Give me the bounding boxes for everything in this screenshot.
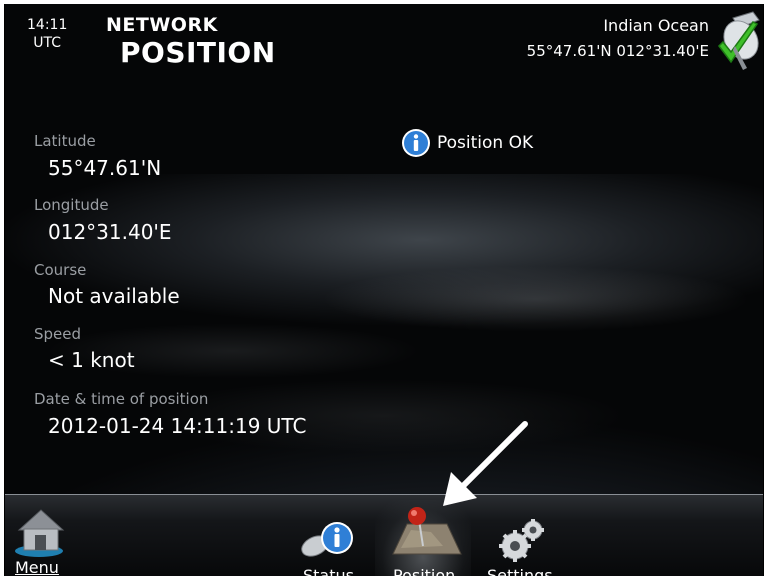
datetime-value: 2012-01-24 14:11:19 UTC [48,414,307,438]
info-icon [402,129,430,157]
longitude-label: Longitude [34,196,109,214]
nav-menu-button[interactable]: Menu [9,504,73,576]
annotation-arrow-icon [443,421,528,506]
longitude-value: 012°31.40'E [48,220,172,244]
course-label: Course [34,261,87,279]
latitude-value: 55°47.61'N [48,156,162,180]
nav-settings-button[interactable]: Settings [483,516,559,576]
datetime-label: Date & time of position [34,390,209,408]
device-screen: 14:11 UTC NETWORK POSITION Indian Ocean … [4,4,764,576]
nav-position-label: Position [393,566,456,576]
nav-settings-label: Settings [487,566,553,576]
clock-time: 14:11 [27,17,68,33]
position-status-text: Position OK [437,133,534,153]
speed-value: < 1 knot [48,348,135,372]
map-pin-icon [392,507,462,555]
course-value: Not available [48,284,180,308]
clock-timezone: UTC [33,35,62,51]
page-category: NETWORK [106,14,218,36]
home-icon [15,509,65,557]
clock: 14:11 UTC [27,16,67,52]
latitude-label: Latitude [34,132,96,150]
speed-label: Speed [34,325,82,343]
nav-menu-label: Menu [15,558,59,576]
page-title: POSITION [120,36,276,69]
gears-icon [499,519,544,562]
nav-status-label: Status [303,566,354,576]
satellite-region: Indian Ocean [603,16,709,35]
position-status: Position OK [401,128,533,158]
nav-position-button[interactable]: Position [383,502,469,576]
nav-status-button[interactable]: Status [295,516,359,576]
status-info-icon [301,522,353,557]
header-coordinates: 55°47.61'N 012°31.40'E [526,42,709,60]
satellite-link-ok-icon [718,11,760,70]
